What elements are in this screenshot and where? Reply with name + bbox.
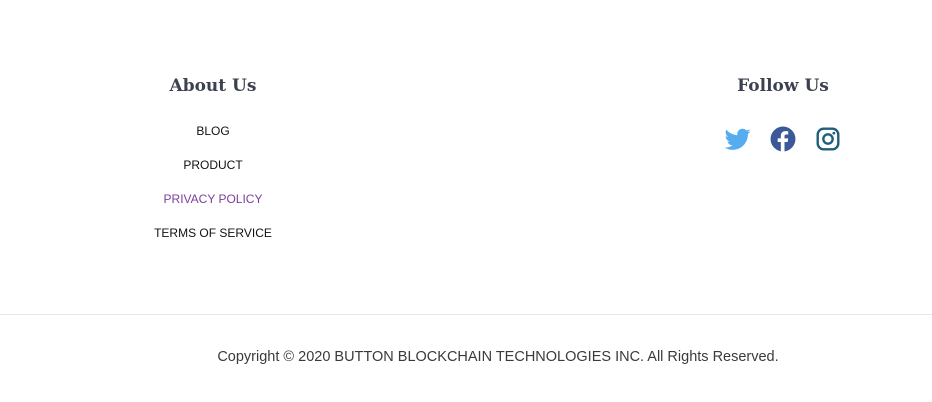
footer-top: About Us BLOG PRODUCT PRIVACY POLICY TER…: [0, 0, 932, 314]
terms-of-service-link[interactable]: TERMS OF SERVICE: [113, 226, 313, 240]
follow-us-column: Follow Us: [683, 74, 883, 152]
twitter-icon[interactable]: [724, 126, 751, 152]
product-link[interactable]: PRODUCT: [113, 158, 313, 172]
copyright-text: Copyright © 2020 BUTTON BLOCKCHAIN TECHN…: [217, 349, 779, 365]
privacy-policy-link[interactable]: PRIVACY POLICY: [113, 192, 313, 206]
facebook-icon[interactable]: [770, 126, 796, 152]
footer-divider: [0, 314, 932, 315]
social-icons: [683, 126, 883, 152]
about-us-heading: About Us: [169, 76, 257, 96]
follow-us-heading: Follow Us: [737, 76, 829, 96]
instagram-icon[interactable]: [815, 126, 841, 152]
about-us-column: About Us BLOG PRODUCT PRIVACY POLICY TER…: [113, 74, 313, 240]
blog-link[interactable]: BLOG: [113, 124, 313, 138]
